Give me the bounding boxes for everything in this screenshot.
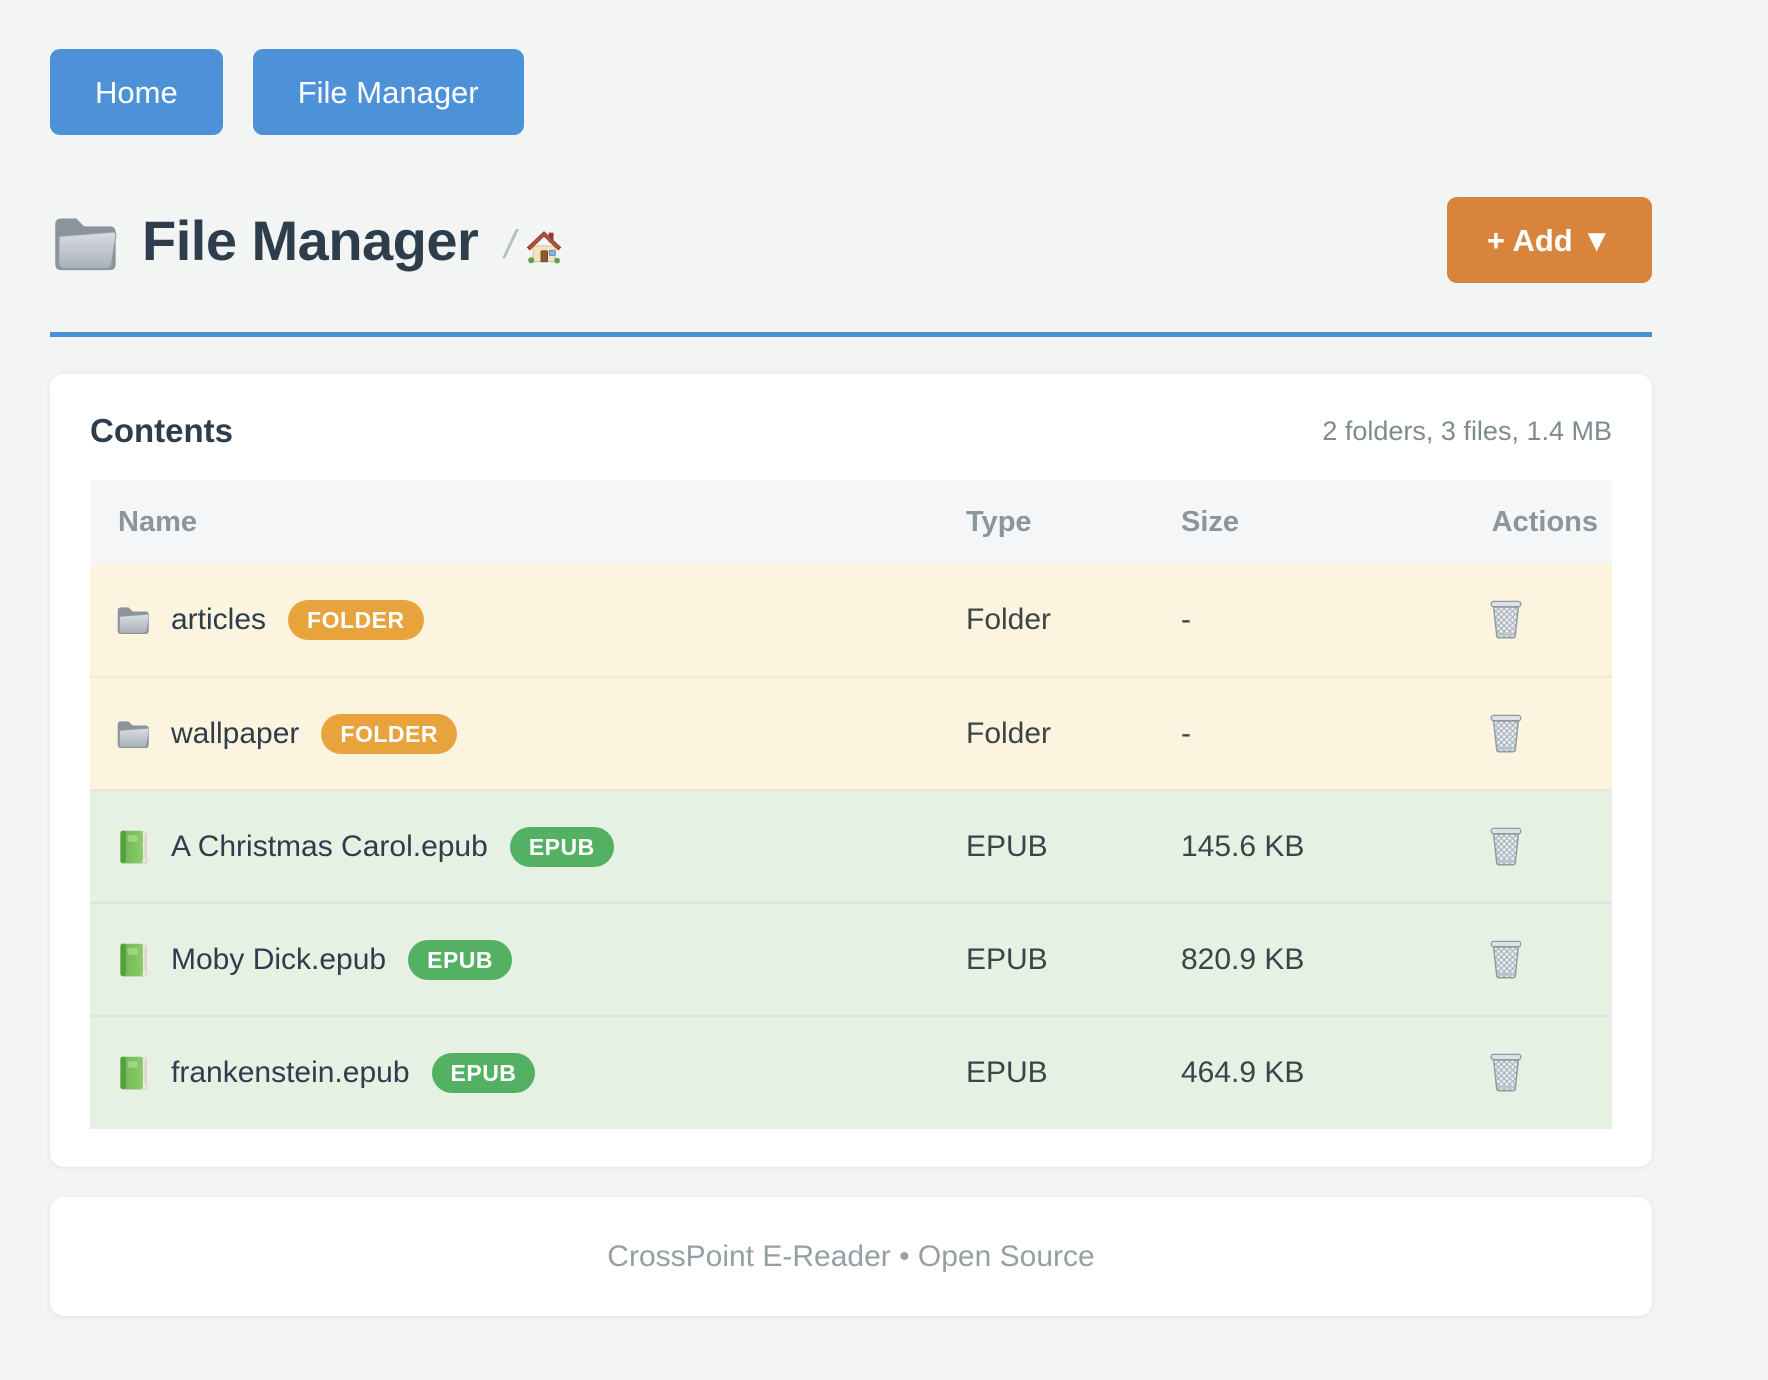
file-table: Name Type Size Actions [90,480,1612,1129]
file-size: 464.9 KB [1180,1016,1400,1129]
delete-button[interactable] [1483,820,1529,870]
table-row: Moby Dick.epub EPUB EPUB 820.9 KB [90,903,1612,1016]
title-group: File Manager / [50,207,563,273]
trash-icon [1487,1050,1525,1092]
file-type: Folder [965,564,1180,677]
trash-icon [1487,937,1525,979]
trash-icon [1487,711,1525,753]
green-book-icon [115,1055,151,1091]
file-size: 820.9 KB [1180,903,1400,1016]
trash-icon [1487,824,1525,866]
file-type-badge: EPUB [510,827,614,867]
table-body: articles FOLDER Folder - [90,564,1612,1129]
file-size: - [1180,564,1400,677]
file-name[interactable]: frankenstein.epub [171,1056,410,1090]
nav-home-button[interactable]: Home [50,49,223,135]
table-row: A Christmas Carol.epub EPUB EPUB 145.6 K… [90,790,1612,903]
file-type-badge: EPUB [432,1053,536,1093]
nav-file-manager-button[interactable]: File Manager [253,49,524,135]
file-size: - [1180,677,1400,790]
file-type: EPUB [965,1016,1180,1129]
file-size: 145.6 KB [1180,790,1400,903]
contents-card: Contents 2 folders, 3 files, 1.4 MB Name… [50,374,1652,1167]
file-name[interactable]: A Christmas Carol.epub [171,830,488,864]
page-header: File Manager / + Add ▼ [50,195,1652,285]
column-header-size: Size [1180,480,1400,564]
delete-button[interactable] [1483,933,1529,983]
file-type: EPUB [965,903,1180,1016]
file-manager-page: Home File Manager File Manager / [50,0,1652,1316]
column-header-name: Name [90,480,965,564]
contents-summary: 2 folders, 3 files, 1.4 MB [1322,416,1612,447]
column-header-type: Type [965,480,1180,564]
column-header-actions: Actions [1400,480,1612,564]
file-name[interactable]: wallpaper [171,717,299,751]
contents-heading: Contents [90,412,233,450]
file-type-badge: FOLDER [321,714,457,754]
table-row: frankenstein.epub EPUB EPUB 464.9 KB [90,1016,1612,1129]
footer-text: CrossPoint E-Reader • Open Source [607,1240,1094,1274]
green-book-icon [115,942,151,978]
home-icon[interactable] [525,227,563,268]
file-name-cell: frankenstein.epub EPUB [91,1053,964,1093]
file-name[interactable]: articles [171,603,266,637]
file-name-cell: A Christmas Carol.epub EPUB [91,827,964,867]
file-type: Folder [965,677,1180,790]
contents-card-header: Contents 2 folders, 3 files, 1.4 MB [90,412,1612,450]
trash-icon [1487,597,1525,639]
file-type-badge: FOLDER [288,600,424,640]
folder-icon [115,716,151,752]
delete-button[interactable] [1483,1046,1529,1096]
add-button[interactable]: + Add ▼ [1447,197,1652,283]
file-name[interactable]: Moby Dick.epub [171,943,386,977]
file-name-cell: articles FOLDER [91,600,964,640]
accent-divider [50,332,1652,337]
page-title: File Manager [142,208,478,273]
file-type-badge: EPUB [408,940,512,980]
table-header-row: Name Type Size Actions [90,480,1612,564]
top-nav: Home File Manager [50,49,1652,135]
file-name-cell: wallpaper FOLDER [91,714,964,754]
folder-icon [115,602,151,638]
footer-card: CrossPoint E-Reader • Open Source [50,1197,1652,1316]
green-book-icon [115,829,151,865]
file-type: EPUB [965,790,1180,903]
table-row: articles FOLDER Folder - [90,564,1612,677]
breadcrumb-separator: / [504,223,515,268]
table-row: wallpaper FOLDER Folder - [90,677,1612,790]
folder-icon [50,213,120,273]
delete-button[interactable] [1483,707,1529,757]
delete-button[interactable] [1483,593,1529,643]
file-name-cell: Moby Dick.epub EPUB [91,940,964,980]
